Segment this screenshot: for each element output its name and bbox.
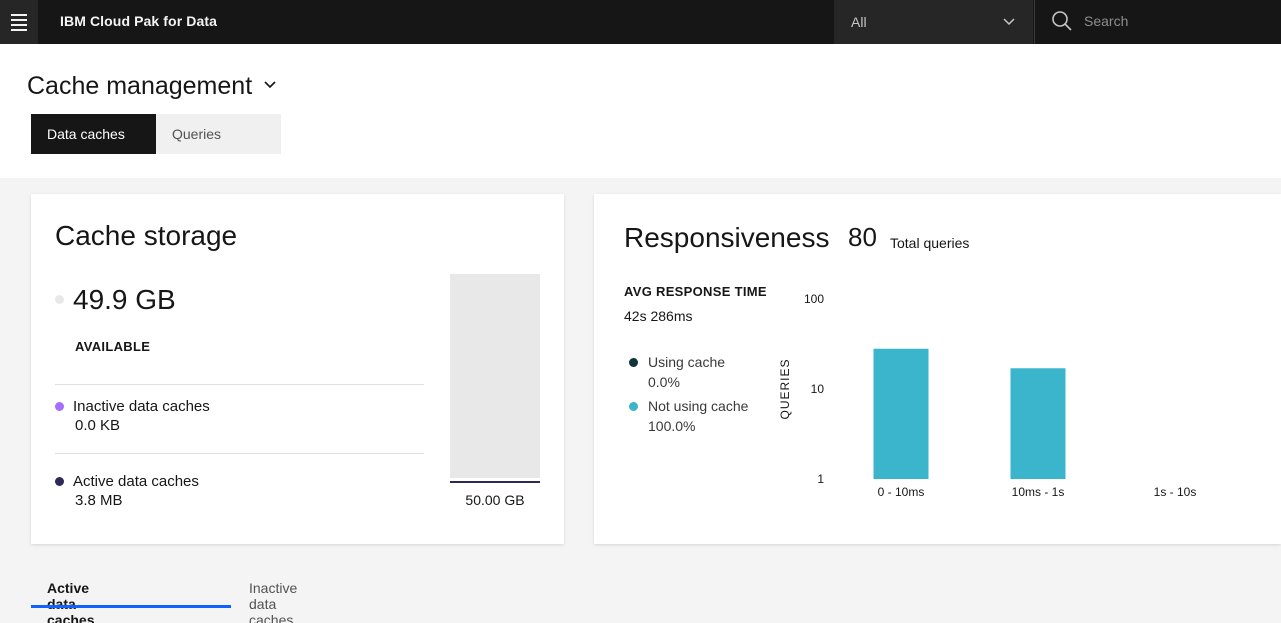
search-icon[interactable] — [1051, 10, 1073, 32]
bar — [873, 348, 929, 479]
scope-selected-value: All — [851, 14, 867, 30]
available-storage-value: 49.9 GB — [73, 284, 176, 315]
x-tick-label: 0 - 10ms — [878, 485, 925, 499]
storage-total-value: 50.00 GB — [465, 492, 525, 508]
queries-bar-chart: QUERIES 100 10 1 0 - 10ms 10ms - 1s 1s - 10s — [778, 292, 1197, 499]
divider — [55, 384, 424, 385]
active-tab-indicator — [31, 605, 231, 608]
y-axis-label: QUERIES — [778, 358, 792, 419]
scope-dropdown[interactable]: All — [834, 0, 1033, 44]
storage-used-fill — [450, 481, 540, 483]
tab-active-data-caches[interactable]: Active data caches — [47, 580, 94, 623]
y-tick-label: 10 — [811, 382, 825, 396]
page-header: Cache management Data caches Queries — [0, 44, 1281, 178]
page-title: Cache management — [27, 72, 253, 100]
inactive-caches-label: Inactive data caches — [73, 398, 210, 415]
tab-data-caches[interactable]: Data caches — [31, 114, 156, 154]
total-queries-count: 80 — [848, 222, 877, 252]
x-tick-label: 10ms - 1s — [1012, 485, 1065, 499]
storage-usage-bar — [450, 274, 540, 478]
using-cache-dot — [629, 358, 638, 367]
avg-response-time-value: 42s 286ms — [624, 308, 693, 324]
product-name[interactable]: IBM Cloud Pak for Data — [60, 13, 217, 29]
not-using-cache-value: 100.0% — [648, 418, 696, 434]
active-caches-label: Active data caches — [73, 473, 199, 490]
active-caches-value: 3.8 MB — [75, 492, 123, 509]
hamburger-menu-icon[interactable] — [0, 0, 38, 44]
chevron-down-icon[interactable] — [262, 79, 278, 91]
available-legend-dot — [55, 295, 64, 304]
responsiveness-title: Responsiveness — [624, 222, 830, 253]
dashboard-content: Cache storage 49.9 GB AVAILABLE Inactive… — [0, 178, 1281, 623]
total-queries-label: Total queries — [890, 235, 970, 251]
y-tick-label: 100 — [804, 292, 824, 306]
inactive-legend-dot — [55, 402, 64, 411]
active-legend-dot — [55, 477, 64, 486]
x-tick-label: 1s - 10s — [1154, 485, 1197, 499]
divider — [55, 453, 424, 454]
avg-response-time-label: AVG RESPONSE TIME — [624, 284, 767, 299]
view-switcher: Data caches Queries — [31, 114, 281, 154]
cache-storage-card: Cache storage 49.9 GB AVAILABLE Inactive… — [31, 194, 564, 544]
not-using-cache-dot — [629, 402, 638, 411]
available-label: AVAILABLE — [75, 339, 151, 354]
inactive-caches-value: 0.0 KB — [75, 417, 121, 434]
bar — [1010, 368, 1066, 479]
search-bar — [1034, 0, 1281, 44]
not-using-cache-label: Not using cache — [648, 398, 749, 414]
top-nav-bar: IBM Cloud Pak for Data All — [0, 0, 1281, 44]
using-cache-label: Using cache — [648, 354, 726, 370]
search-input[interactable] — [1084, 12, 1264, 30]
tab-queries[interactable]: Queries — [156, 114, 281, 154]
y-tick-label: 1 — [817, 472, 824, 486]
tab-inactive-data-caches[interactable]: Inactive data caches — [249, 580, 297, 623]
chevron-down-icon — [1003, 18, 1015, 26]
using-cache-value: 0.0% — [648, 374, 680, 390]
cache-storage-title: Cache storage — [55, 220, 238, 251]
responsiveness-card: Responsiveness 80 Total queries AVG RESP… — [594, 194, 1281, 544]
